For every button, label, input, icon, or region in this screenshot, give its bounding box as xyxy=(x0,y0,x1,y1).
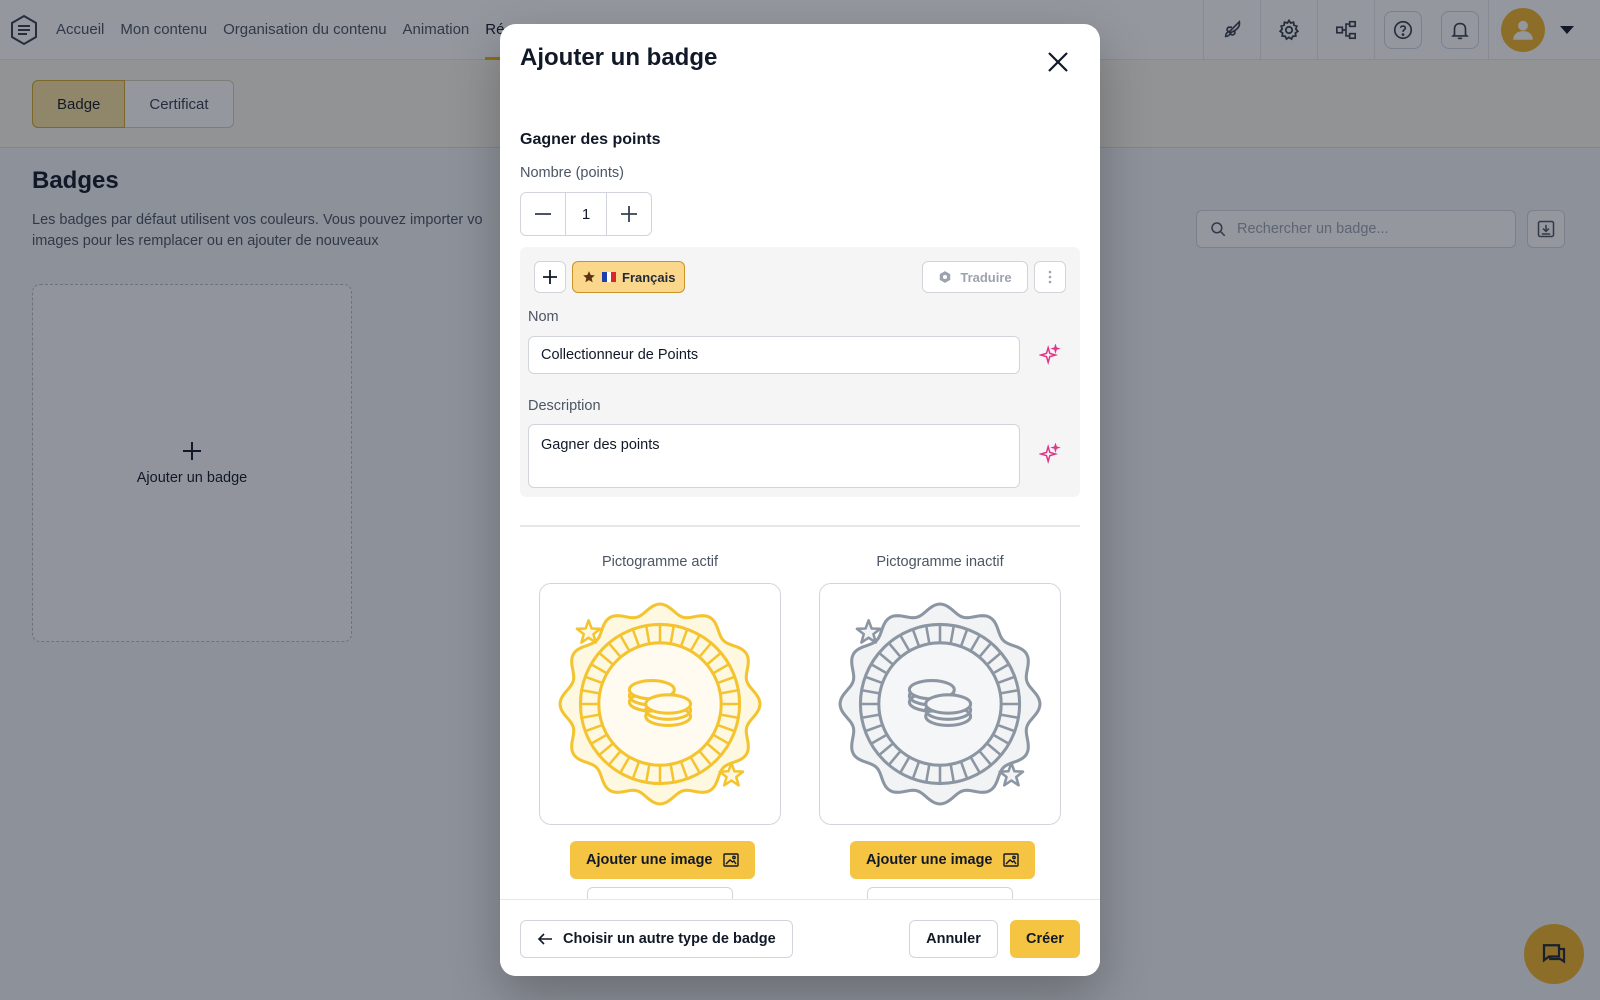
inactive-picto-label: Pictogramme inactif xyxy=(876,554,1004,570)
description-field-value: Gagner des points xyxy=(541,437,660,453)
modal-footer: Choisir un autre type de badge Annuler C… xyxy=(500,899,1100,976)
inactive-picto-preview xyxy=(819,583,1061,825)
translate-label: Traduire xyxy=(960,269,1012,285)
points-stepper: 1 xyxy=(520,192,652,236)
section-title: Gagner des points xyxy=(520,131,661,148)
create-button[interactable]: Créer xyxy=(1010,920,1080,958)
description-label: Description xyxy=(528,398,601,414)
image-icon xyxy=(722,853,739,867)
add-badge-modal: Ajouter un badge Gagner des points Nombr… xyxy=(500,24,1100,976)
active-picto-label: Pictogramme actif xyxy=(601,554,719,570)
close-button[interactable] xyxy=(1042,46,1074,78)
more-options-button[interactable] xyxy=(1034,261,1066,293)
name-field-value: Collectionneur de Points xyxy=(541,347,699,363)
close-icon xyxy=(1048,52,1068,72)
image-icon xyxy=(1002,853,1019,867)
more-vertical-icon xyxy=(1048,270,1052,284)
ai-generate-description-button[interactable] xyxy=(1036,440,1064,468)
sparkles-icon xyxy=(1039,443,1061,464)
plus-icon xyxy=(543,270,557,284)
coins-badge-inactive-icon xyxy=(838,602,1042,806)
coins-badge-active-icon xyxy=(558,602,762,806)
cancel-button[interactable]: Annuler xyxy=(909,920,998,958)
add-image-label: Ajouter une image xyxy=(866,852,993,868)
points-label: Nombre (points) xyxy=(520,165,624,181)
points-value[interactable]: 1 xyxy=(565,193,607,235)
star-icon xyxy=(583,271,595,283)
language-panel: Français Traduire Nom Collectionneur de … xyxy=(520,247,1080,497)
add-image-label: Ajouter une image xyxy=(586,852,713,868)
language-chip-label: Français xyxy=(622,269,676,285)
ai-generate-name-button[interactable] xyxy=(1036,341,1064,369)
minus-icon xyxy=(535,213,551,215)
modal-title: Ajouter un badge xyxy=(520,44,718,71)
increment-button[interactable] xyxy=(607,193,651,235)
add-image-active-button[interactable]: Ajouter une image xyxy=(570,841,755,879)
description-field[interactable]: Gagner des points xyxy=(528,424,1020,488)
add-image-inactive-button[interactable]: Ajouter une image xyxy=(850,841,1035,879)
language-chip-french[interactable]: Français xyxy=(572,261,686,293)
back-label: Choisir un autre type de badge xyxy=(563,931,776,947)
plus-icon xyxy=(621,206,637,222)
active-picto-preview xyxy=(539,583,781,825)
french-flag-icon xyxy=(602,272,617,282)
choose-other-badge-type-button[interactable]: Choisir un autre type de badge xyxy=(520,920,793,958)
sparkles-icon xyxy=(1039,344,1061,365)
translate-icon xyxy=(940,271,951,283)
divider xyxy=(520,525,1080,527)
name-label: Nom xyxy=(528,309,559,325)
name-field[interactable]: Collectionneur de Points xyxy=(528,336,1020,374)
add-language-button[interactable] xyxy=(534,261,566,293)
translate-button[interactable]: Traduire xyxy=(922,261,1028,293)
decrement-button[interactable] xyxy=(521,193,565,235)
arrow-left-icon xyxy=(537,933,552,945)
